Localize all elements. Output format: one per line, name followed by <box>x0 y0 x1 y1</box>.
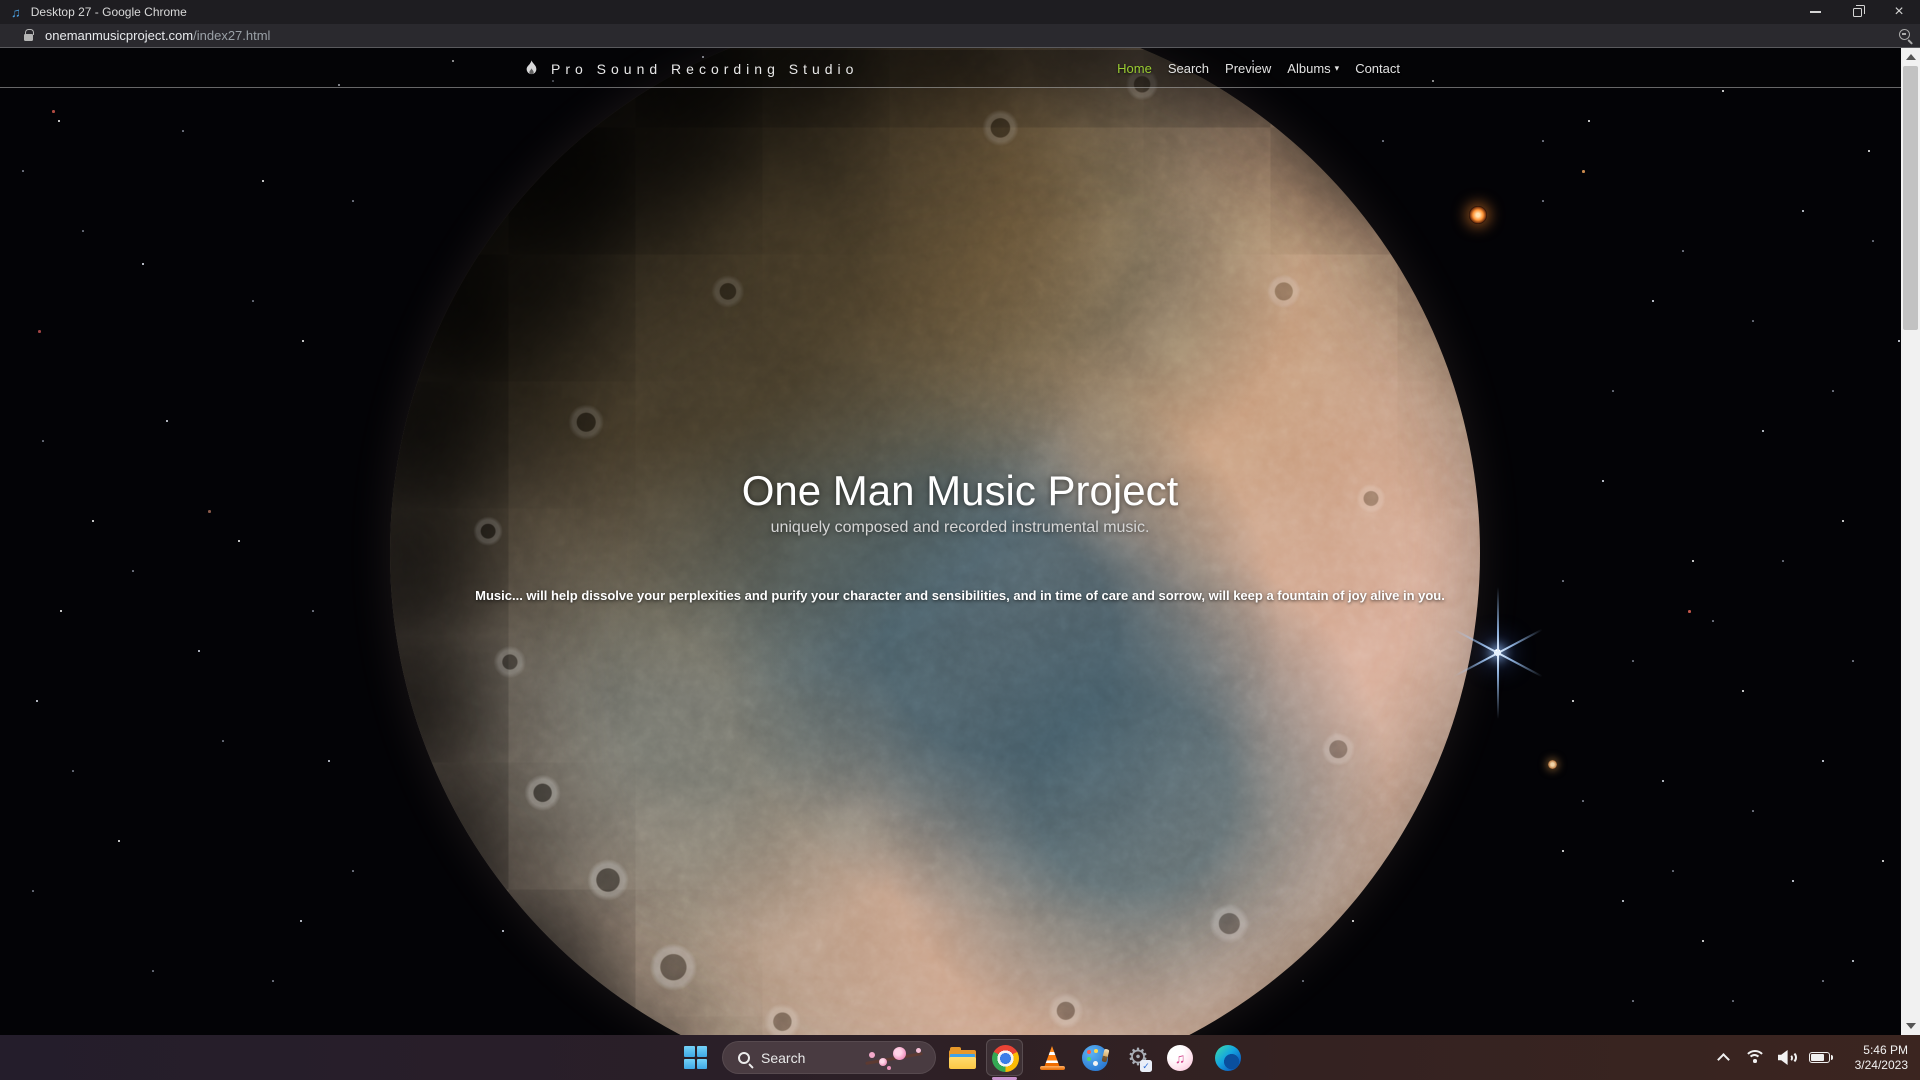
moon-image <box>390 48 1480 1035</box>
nav-link-home[interactable]: Home <box>1117 61 1152 76</box>
start-button[interactable] <box>684 1046 707 1069</box>
file-explorer-icon <box>949 1047 976 1069</box>
edge-icon <box>1215 1045 1241 1071</box>
nav-link-albums[interactable]: Albums ▾ <box>1287 61 1339 76</box>
site-logo[interactable]: Pro Sound Recording Studio <box>525 60 858 78</box>
cherry-blossom-decoration <box>863 1042 927 1074</box>
restore-icon <box>1853 8 1862 17</box>
url-domain: onemanmusicproject.com <box>45 28 193 43</box>
taskbar-settings[interactable]: ⚙ ✓ <box>1124 1044 1152 1072</box>
settings-gear-icon: ⚙ ✓ <box>1125 1045 1151 1071</box>
url-bar[interactable]: onemanmusicproject.com/index27.html <box>0 24 1920 48</box>
search-icon <box>738 1052 750 1064</box>
page-title: One Man Music Project <box>0 467 1920 515</box>
window-title: Desktop 27 - Google Chrome <box>31 5 187 19</box>
site-header: Pro Sound Recording Studio Home Search P… <box>0 50 1920 88</box>
url-text[interactable]: onemanmusicproject.com/index27.html <box>45 28 270 43</box>
taskbar-paint[interactable] <box>1081 1044 1109 1072</box>
chrome-icon <box>992 1045 1019 1072</box>
nav-link-preview[interactable]: Preview <box>1225 61 1271 76</box>
taskbar-chrome[interactable] <box>991 1044 1019 1072</box>
webpage-viewport: Pro Sound Recording Studio Home Search P… <box>0 48 1920 1035</box>
scrollbar-down-arrow[interactable] <box>1906 1023 1916 1029</box>
paint-icon <box>1082 1045 1108 1071</box>
minimize-button[interactable] <box>1794 0 1836 24</box>
system-tray: 5:46 PM 3/24/2023 <box>1709 1035 1920 1080</box>
window-controls: × <box>1794 0 1920 24</box>
restore-button[interactable] <box>1836 0 1878 24</box>
scrollbar-thumb[interactable] <box>1903 66 1918 330</box>
clock[interactable]: 5:46 PM 3/24/2023 <box>1855 1043 1908 1073</box>
music-note-favicon-icon: ♫ <box>11 6 21 19</box>
search-placeholder: Search <box>761 1050 805 1066</box>
nav-link-contact[interactable]: Contact <box>1355 61 1400 76</box>
minimize-icon <box>1810 11 1821 13</box>
wifi-button[interactable] <box>1739 1050 1771 1066</box>
tray-date: 3/24/2023 <box>1855 1058 1908 1073</box>
chrome-active-underline <box>992 1077 1017 1080</box>
check-badge-icon: ✓ <box>1140 1060 1152 1072</box>
nav-albums-label: Albums <box>1287 61 1330 76</box>
chevron-up-icon <box>1717 1053 1730 1066</box>
lock-icon[interactable] <box>24 34 33 41</box>
taskbar-edge[interactable] <box>1214 1044 1242 1072</box>
bright-blue-star <box>1494 649 1501 656</box>
taskbar: Search ⚙ ✓ ♫ <box>0 1035 1920 1080</box>
hidden-icons-button[interactable] <box>1709 1052 1739 1064</box>
quote-text: Music... will help dissolve your perplex… <box>0 588 1920 603</box>
url-path: /index27.html <box>193 28 270 43</box>
nav-link-search[interactable]: Search <box>1168 61 1209 76</box>
taskbar-vlc[interactable] <box>1038 1044 1066 1072</box>
tray-time: 5:46 PM <box>1855 1043 1908 1058</box>
zoom-out-icon[interactable] <box>1899 29 1910 40</box>
taskbar-file-explorer[interactable] <box>948 1044 976 1072</box>
scrollbar-up-arrow[interactable] <box>1906 54 1916 60</box>
close-button[interactable]: × <box>1878 0 1920 24</box>
page-subtitle: uniquely composed and recorded instrumen… <box>0 519 1920 537</box>
taskbar-search-box[interactable]: Search <box>722 1041 936 1074</box>
flame-icon <box>525 60 538 78</box>
battery-button[interactable] <box>1803 1052 1837 1063</box>
vlc-icon <box>1040 1046 1065 1070</box>
wifi-icon <box>1744 1050 1766 1066</box>
page-scrollbar[interactable] <box>1901 48 1920 1035</box>
site-logo-text: Pro Sound Recording Studio <box>551 61 858 77</box>
window-titlebar: ♫ Desktop 27 - Google Chrome × <box>0 0 1920 24</box>
bright-tan-star <box>1548 760 1557 769</box>
site-nav: Home Search Preview Albums ▾ Contact <box>1117 61 1400 76</box>
itunes-icon: ♫ <box>1167 1045 1193 1071</box>
chevron-down-icon: ▾ <box>1335 63 1340 74</box>
volume-icon <box>1778 1050 1796 1065</box>
battery-icon <box>1809 1052 1830 1063</box>
volume-button[interactable] <box>1771 1050 1803 1065</box>
bright-orange-star <box>1469 206 1487 224</box>
taskbar-itunes[interactable]: ♫ <box>1166 1044 1194 1072</box>
